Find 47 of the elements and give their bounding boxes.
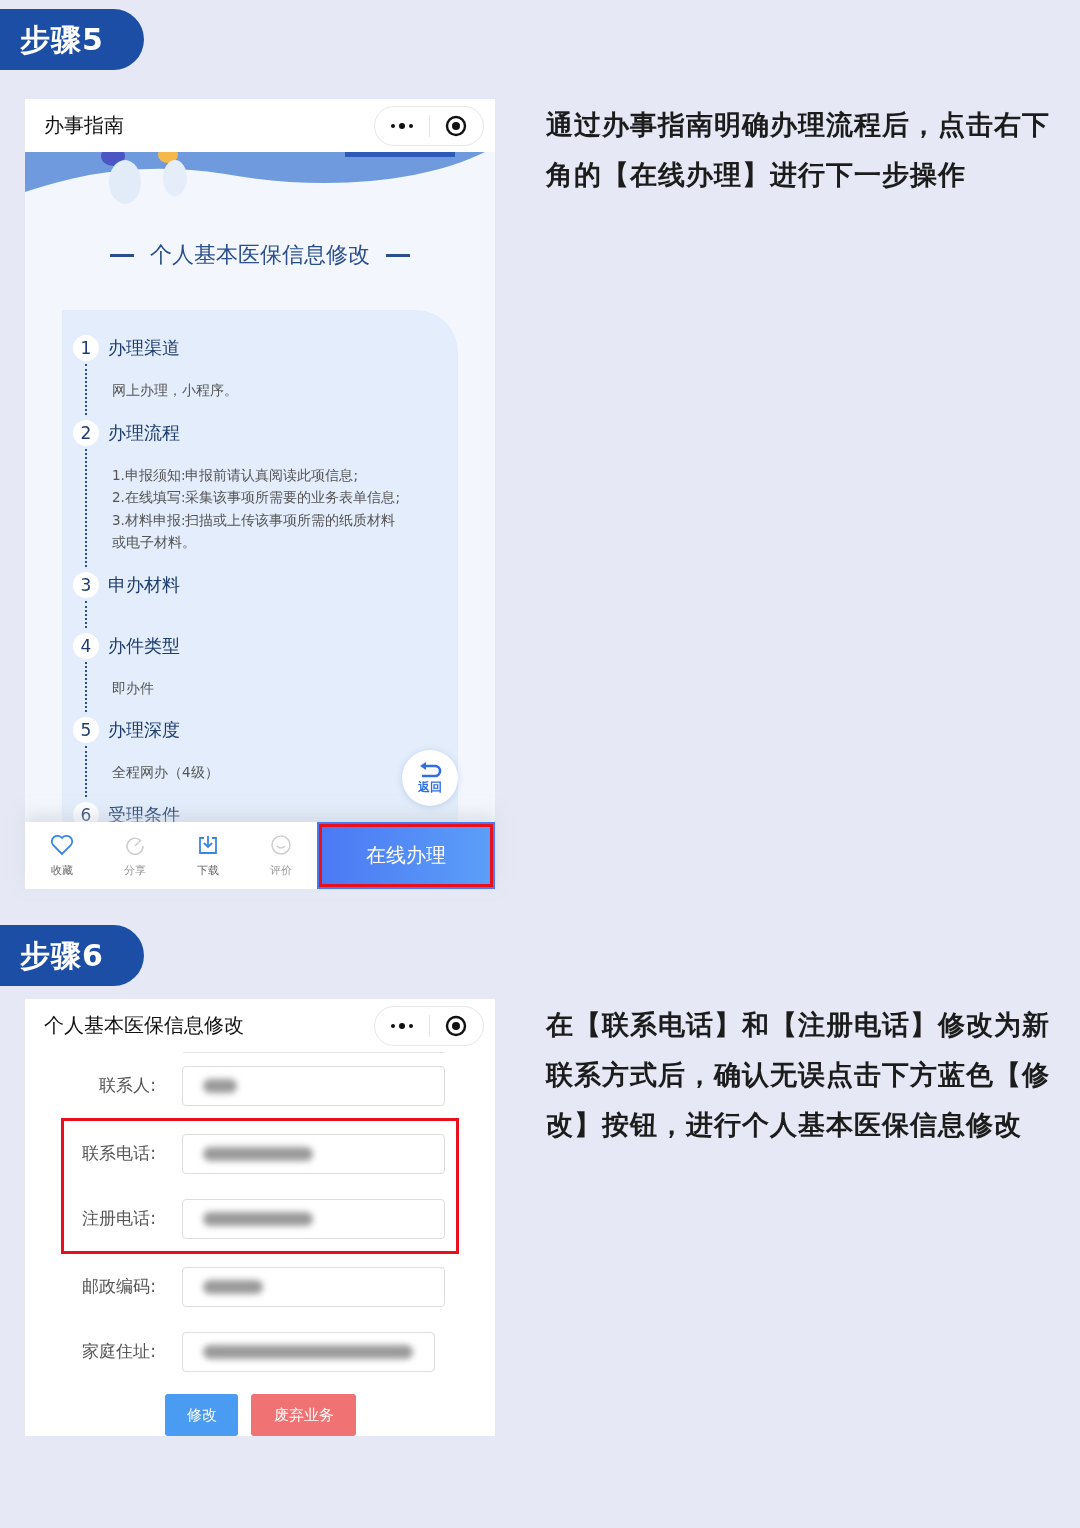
- step-title: 办件类型: [108, 633, 181, 658]
- field-label: 家庭住址:: [81, 1340, 156, 1363]
- step-title: 办理渠道: [108, 336, 181, 360]
- input-field[interactable]: [182, 1331, 435, 1372]
- step-badge: 步骤6: [0, 925, 144, 986]
- field-label: 联系电话:: [81, 1142, 156, 1165]
- input-field[interactable]: [182, 1065, 445, 1106]
- input-field[interactable]: [182, 1133, 445, 1174]
- blurred-value: [203, 1078, 237, 1093]
- toolbar-button[interactable]: 收藏: [25, 822, 98, 889]
- step-detail: 全程网办（4级）: [112, 763, 220, 782]
- field-label: 注册电话:: [81, 1207, 156, 1230]
- more-icon[interactable]: [389, 1021, 414, 1030]
- blurred-value: [203, 1279, 263, 1294]
- step-detail: 2.在线填写:采集该事项所需要的业务表单信息;: [112, 488, 401, 507]
- toolbar-button[interactable]: 下载: [171, 822, 244, 889]
- guide-heading: 个人基本医保信息修改: [150, 241, 370, 269]
- step-number: 1: [73, 335, 99, 361]
- more-icon[interactable]: [389, 121, 414, 130]
- submit-button[interactable]: 修改: [165, 1394, 238, 1436]
- instruction-text: 通过办事指南明确办理流程后，点击右下角的【在线办理】进行下一步操作: [546, 108, 1051, 192]
- step-number: 4: [73, 632, 99, 659]
- step-number: 2: [73, 419, 99, 446]
- step-title: 申办材料: [108, 572, 181, 597]
- step-title: 办理深度: [108, 718, 181, 742]
- page-title: 个人基本医保信息修改: [44, 1012, 244, 1039]
- step-detail: 即办件: [112, 678, 155, 698]
- step-badge: 步骤5: [0, 9, 144, 70]
- step-detail: 1.申报须知:申报前请认真阅读此项信息;: [112, 465, 359, 485]
- field-label: 联系人:: [98, 1074, 156, 1097]
- step-number: 3: [73, 571, 99, 598]
- step-number: 5: [73, 717, 99, 743]
- step-detail: 网上办理，小程序。: [112, 381, 239, 400]
- step-title: 办理流程: [108, 420, 181, 445]
- heart-icon: [49, 833, 74, 857]
- online-apply-button[interactable]: 在线办理: [317, 822, 495, 889]
- input-field[interactable]: [182, 1198, 445, 1239]
- input-field[interactable]: [182, 1266, 445, 1307]
- target-icon[interactable]: [445, 1014, 468, 1037]
- step-number: 6: [73, 801, 99, 822]
- page-title: 办事指南: [44, 112, 124, 139]
- discard-button[interactable]: 废弃业务: [251, 1394, 356, 1436]
- instruction-text: 在【联系电话】和【注册电话】修改为新联系方式后，确认无误点击下方蓝色【修改】按钮，进行个人基本医保信息修改: [546, 1008, 1051, 1142]
- field-label: 邮政编码:: [81, 1275, 156, 1298]
- target-icon[interactable]: [445, 114, 468, 137]
- smiley-icon: [268, 833, 293, 857]
- step-detail: 3.材料申报:扫描或上传该事项所需的纸质材料或电子材料。: [112, 510, 397, 552]
